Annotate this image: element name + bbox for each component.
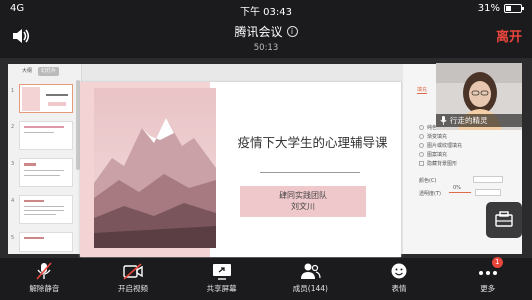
more-button[interactable]: 1 更多 <box>443 257 532 300</box>
info-icon[interactable]: i <box>286 26 298 37</box>
slide-thumbnail[interactable] <box>19 121 73 150</box>
participant-name: 行走的精灵 <box>450 116 488 125</box>
slide-divider <box>260 172 360 173</box>
tab-outline[interactable]: 大纲 <box>22 67 32 76</box>
meeting-toolbar: 解除静音 开启视频 共享屏幕 成员(144) 表情 1 更多 <box>0 257 532 300</box>
thumb-number: 5 <box>11 235 15 241</box>
thumb-number: 2 <box>11 124 15 130</box>
meeting-header: 腾讯会议 i 50:13 离开 <box>0 18 532 54</box>
battery-indicator: 31% <box>477 3 524 14</box>
clock: 下午 03:43 <box>240 7 292 18</box>
transparency-label-text: 透明度(T) <box>419 191 441 197</box>
slide-thumbnail[interactable] <box>19 158 73 187</box>
hide-bg-option[interactable]: 隐藏背景图形 <box>419 160 457 167</box>
notification-badge: 1 <box>491 257 503 268</box>
color-picker[interactable] <box>473 176 503 183</box>
members-button[interactable]: 成员(144) <box>266 258 355 300</box>
fill-option[interactable]: 图案填充 <box>419 151 447 158</box>
start-video-label: 开启视频 <box>118 284 148 293</box>
meeting-title[interactable]: 腾讯会议 i <box>234 23 298 40</box>
unmute-label: 解除静音 <box>29 284 60 293</box>
checkbox-icon <box>419 161 424 166</box>
radio-icon <box>419 143 424 148</box>
slide-thumbnail[interactable] <box>19 195 73 224</box>
thumb-number: 4 <box>11 198 15 204</box>
transparency-slider[interactable] <box>449 192 471 193</box>
mic-off-icon <box>36 262 52 280</box>
more-icon-wrap: 1 <box>477 257 503 280</box>
share-screen-icon <box>212 264 231 280</box>
color-label: 颜色(C) <box>419 177 436 184</box>
fill-option[interactable]: 图片或纹理填充 <box>419 142 462 149</box>
transparency-value: 0% <box>453 185 461 191</box>
camera-off-icon <box>123 263 143 280</box>
thumb-number: 3 <box>11 161 15 167</box>
radio-icon <box>419 125 424 130</box>
share-screen-button[interactable]: 共享屏幕 <box>177 258 266 300</box>
fill-option-label: 渐变填充 <box>427 134 448 140</box>
transparency-input[interactable] <box>475 189 501 196</box>
tab-slides[interactable]: 幻灯片 <box>38 67 60 76</box>
mic-icon <box>440 116 447 125</box>
unmute-button[interactable]: 解除静音 <box>0 258 89 300</box>
floating-window-button[interactable] <box>486 202 522 238</box>
color-label-text: 颜色(C) <box>419 178 437 184</box>
participant-video[interactable]: 行走的精灵 <box>436 63 522 130</box>
slide-subtitle-box: 肆同实践团队 刘文川 <box>240 186 366 217</box>
slide-thumbnail-panel: 大纲 幻灯片 1 2 3 4 5 <box>8 64 82 254</box>
radio-icon <box>419 134 424 139</box>
transparency-label: 透明度(T) <box>419 190 441 197</box>
slide-author: 刘文川 <box>291 202 315 211</box>
hide-bg-label: 隐藏背景图形 <box>427 161 458 167</box>
emoji-icon <box>391 263 407 279</box>
emoji-button[interactable]: 表情 <box>355 258 444 300</box>
battery-icon <box>504 4 524 13</box>
meeting-title-text: 腾讯会议 <box>234 25 283 39</box>
radio-icon <box>419 152 424 157</box>
participant-label: 行走的精灵 <box>436 114 522 127</box>
slide-thumbnail[interactable] <box>19 84 73 113</box>
status-bar: 4G 下午 03:43 31% <box>0 0 532 18</box>
start-video-button[interactable]: 开启视频 <box>89 258 178 300</box>
fill-option-label: 图案填充 <box>427 152 448 158</box>
slide-team: 肆同实践团队 <box>279 191 327 200</box>
emoji-label: 表情 <box>391 284 407 293</box>
meeting-duration: 50:13 <box>253 43 279 53</box>
more-label: 更多 <box>480 284 496 293</box>
tab-fill[interactable]: 填充 <box>417 86 428 94</box>
share-screen-label: 共享屏幕 <box>206 284 237 293</box>
window-icon <box>495 211 513 227</box>
fill-option-label: 图片或纹理填充 <box>427 143 463 149</box>
mountain-image <box>94 88 216 248</box>
members-icon <box>301 263 321 279</box>
battery-percent: 31% <box>477 3 500 14</box>
current-slide: 疫情下大学生的心理辅导课 肆同实践团队 刘文川 <box>80 82 401 257</box>
members-label: 成员(144) <box>292 284 328 293</box>
thumb-number: 1 <box>11 88 15 94</box>
thumbnail-tabs: 大纲 幻灯片 <box>8 64 81 76</box>
fill-option[interactable]: 渐变填充 <box>419 133 447 140</box>
leave-button[interactable]: 离开 <box>496 26 522 45</box>
meeting-title-area: 腾讯会议 i 50:13 <box>0 21 532 53</box>
slide-thumbnail[interactable] <box>19 232 73 252</box>
slide-title: 疫情下大学生的心理辅导课 <box>237 135 388 150</box>
